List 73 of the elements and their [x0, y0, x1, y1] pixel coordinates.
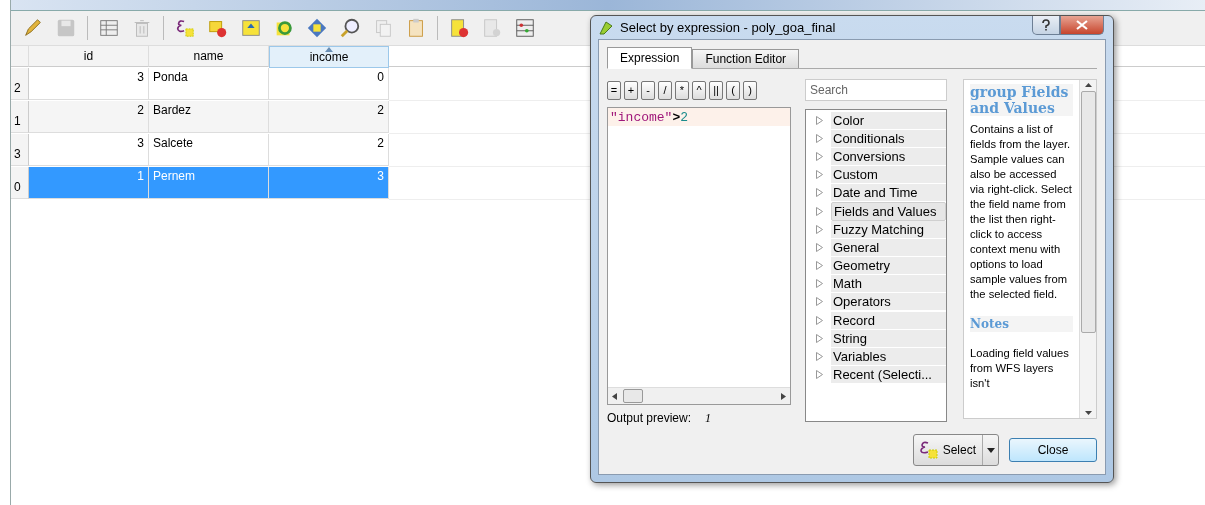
operator-button[interactable]: ) — [743, 80, 757, 100]
column-header[interactable]: income — [269, 46, 389, 68]
table-cell: Salcete — [149, 134, 269, 166]
tree-item[interactable]: Custom — [831, 166, 946, 184]
notes-text: Loading field values from WFS layers isn't — [970, 346, 1070, 391]
table-cell: 3 — [29, 68, 149, 100]
zoom-button[interactable] — [338, 16, 362, 40]
table-cell: 3 — [269, 167, 389, 199]
operator-button[interactable]: - — [641, 80, 655, 100]
table-cell: 3 — [29, 134, 149, 166]
operator-button[interactable]: || — [709, 80, 723, 100]
operator-button[interactable]: + — [624, 80, 638, 100]
help-icon — [1041, 19, 1051, 31]
horizontal-scrollbar[interactable] — [608, 387, 790, 404]
tree-item[interactable]: Variables — [831, 348, 946, 366]
row-header[interactable]: 2 — [11, 68, 29, 100]
tab[interactable]: Function Editor — [692, 49, 800, 68]
column-header[interactable]: id — [29, 46, 149, 67]
table-cell: Bardez — [149, 101, 269, 133]
help-button[interactable] — [1032, 16, 1060, 35]
column-header[interactable]: name — [149, 46, 269, 67]
tree-item[interactable]: Math — [831, 275, 946, 293]
calculator-button[interactable] — [513, 16, 537, 40]
expression-editor[interactable]: "income">2 — [607, 107, 791, 405]
help-text: Contains a list of fields from the layer. Sample values can also be accessed via right-click. Select the field name from the list then right-click to access context menu with options to load sample values from the selected field. — [970, 122, 1073, 302]
tree-item[interactable]: Record — [831, 311, 946, 329]
tree-item[interactable]: Conversions — [831, 147, 946, 165]
scroll-down-icon[interactable] — [1084, 411, 1092, 415]
output-preview-label: Output preview: — [607, 411, 692, 426]
row-header[interactable]: 0 — [11, 167, 29, 199]
table-cell: 2 — [269, 101, 389, 133]
dropdown-button[interactable] — [982, 435, 998, 465]
operator-button[interactable]: = — [607, 80, 621, 100]
tree-item[interactable]: String — [831, 329, 946, 347]
scroll-right-icon[interactable] — [781, 392, 786, 400]
scroll-thumb[interactable] — [1080, 91, 1096, 333]
tree-item[interactable]: Conditionals — [831, 129, 946, 147]
expression-icon — [919, 441, 940, 459]
scroll-up-icon[interactable] — [1084, 83, 1092, 87]
tree-item[interactable]: Geometry — [831, 257, 946, 275]
table-cell: 2 — [29, 101, 149, 133]
tree-item[interactable]: Color — [831, 111, 946, 129]
tree-item[interactable]: General — [831, 238, 946, 256]
table-cell: Ponda — [149, 68, 269, 100]
operator-button[interactable]: ^ — [692, 80, 706, 100]
tab[interactable]: Expression — [607, 47, 693, 69]
expression-text: "income">2 — [608, 108, 790, 126]
tree-item[interactable]: Fields and Values — [831, 201, 946, 221]
tree-item[interactable]: Date and Time — [831, 184, 946, 202]
operator-button[interactable]: ( — [726, 80, 740, 100]
table-cell: 0 — [269, 68, 389, 100]
app-logo-icon — [598, 19, 614, 36]
scroll-left-icon[interactable] — [612, 392, 617, 400]
scroll-thumb[interactable] — [623, 389, 643, 403]
window-title: Select by expression - poly_goa_final — [620, 20, 836, 35]
help-heading: group Fields and Values — [970, 84, 1073, 116]
operator-button[interactable]: * — [675, 80, 689, 100]
tree-item[interactable]: Operators — [831, 293, 946, 311]
output-preview-value: 1 — [705, 411, 712, 426]
vertical-scrollbar[interactable] — [1079, 80, 1096, 418]
caret-icon — [986, 447, 995, 453]
operator-button[interactable]: / — [658, 80, 672, 100]
table-cell: 1 — [29, 167, 149, 199]
notes-heading: Notes — [970, 316, 1073, 332]
row-header[interactable]: 3 — [11, 134, 29, 166]
table-cell: Pernem — [149, 167, 269, 199]
search-field[interactable]: Search — [805, 79, 947, 101]
tree-item[interactable]: Recent (Selecti... — [831, 366, 946, 384]
close-button[interactable]: Close — [1009, 438, 1097, 462]
table-cell: 2 — [269, 134, 389, 166]
pan-button[interactable] — [305, 16, 329, 40]
row-header[interactable]: 1 — [11, 101, 29, 133]
close-icon[interactable] — [1060, 16, 1104, 35]
